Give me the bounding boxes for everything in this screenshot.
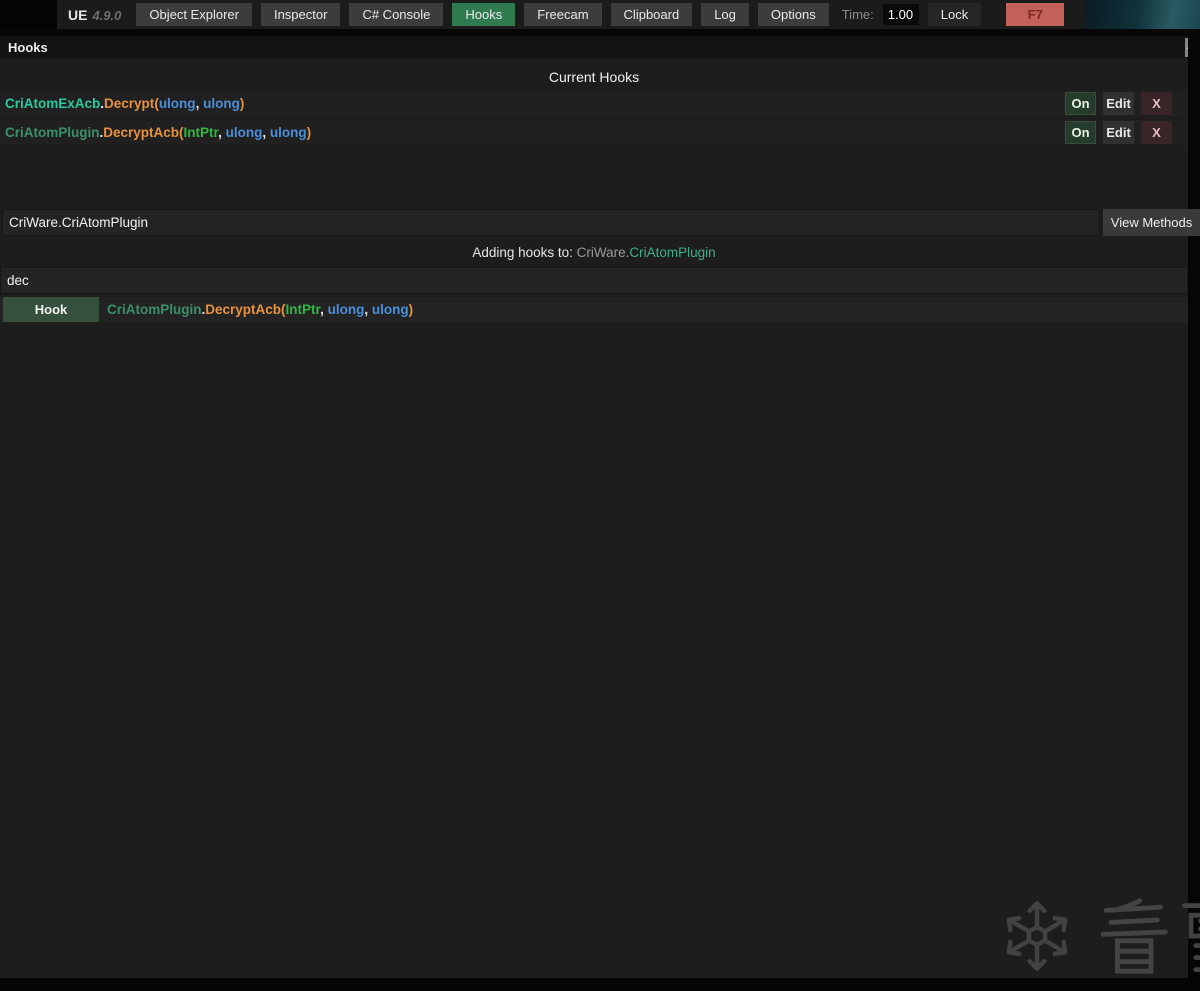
- method-signature: CriAtomPlugin.DecryptAcb(IntPtr, ulong, …: [107, 297, 413, 322]
- hook-delete-button[interactable]: X: [1141, 92, 1172, 115]
- tab-freecam[interactable]: Freecam: [524, 3, 601, 26]
- hook-edit-button[interactable]: Edit: [1103, 121, 1134, 144]
- screen: UE 4.9.0 Object Explorer Inspector C# Co…: [0, 0, 1200, 991]
- current-hooks-heading: Current Hooks: [0, 69, 1188, 85]
- app-name: UE: [68, 7, 87, 23]
- hook-on-toggle[interactable]: On: [1065, 121, 1096, 144]
- hooks-panel-content: Current Hooks CriAtomExAcb.Decrypt(ulong…: [0, 58, 1188, 978]
- tab-clipboard[interactable]: Clipboard: [611, 3, 693, 26]
- hook-row-actions: On Edit X: [1065, 121, 1188, 144]
- hook-row: CriAtomExAcb.Decrypt(ulong, ulong) On Ed…: [0, 91, 1188, 116]
- tab-object-explorer[interactable]: Object Explorer: [136, 3, 252, 26]
- hook-delete-button[interactable]: X: [1141, 121, 1172, 144]
- kanxue-watermark: [1000, 896, 1200, 976]
- tab-inspector[interactable]: Inspector: [261, 3, 340, 26]
- hook-signature: CriAtomExAcb.Decrypt(ulong, ulong): [0, 96, 244, 111]
- game-viewport-corner-right: [1085, 0, 1200, 29]
- tab-log[interactable]: Log: [701, 3, 749, 26]
- top-menu-bar: UE 4.9.0 Object Explorer Inspector C# Co…: [57, 0, 1085, 29]
- game-viewport-corner-left: [0, 0, 57, 29]
- snowflake-icon: [1000, 899, 1074, 973]
- adding-hooks-to-label: Adding hooks to: CriWare.CriAtomPlugin: [0, 245, 1188, 260]
- time-lock-button[interactable]: Lock: [928, 3, 981, 26]
- hook-method-button[interactable]: Hook: [3, 297, 99, 322]
- method-list-row: Hook CriAtomPlugin.DecryptAcb(IntPtr, ul…: [0, 297, 1188, 322]
- app-version: 4.9.0: [92, 8, 121, 23]
- hook-on-toggle[interactable]: On: [1065, 92, 1096, 115]
- kanxue-watermark-text: [1090, 896, 1200, 976]
- tab-hooks[interactable]: Hooks: [452, 3, 515, 26]
- hotkey-f7-button[interactable]: F7: [1006, 3, 1064, 26]
- time-label: Time:: [842, 7, 874, 22]
- method-filter-input[interactable]: [0, 267, 1188, 294]
- panel-bottom-edge: [0, 978, 1200, 991]
- hooks-panel-title: Hooks: [8, 40, 48, 55]
- view-methods-button[interactable]: View Methods: [1103, 209, 1200, 236]
- app-brand: UE 4.9.0: [68, 7, 121, 23]
- tab-csharp-console[interactable]: C# Console: [349, 3, 443, 26]
- hook-edit-button[interactable]: Edit: [1103, 92, 1134, 115]
- hook-row: CriAtomPlugin.DecryptAcb(IntPtr, ulong, …: [0, 120, 1188, 145]
- panel-right-edge: [1188, 36, 1200, 991]
- tab-options[interactable]: Options: [758, 3, 829, 26]
- class-name-input[interactable]: [2, 209, 1100, 236]
- time-scale-input[interactable]: [883, 4, 919, 25]
- hooks-panel-titlebar[interactable]: Hooks: [0, 36, 1188, 58]
- hook-row-actions: On Edit X: [1065, 92, 1188, 115]
- hook-signature: CriAtomPlugin.DecryptAcb(IntPtr, ulong, …: [0, 125, 311, 140]
